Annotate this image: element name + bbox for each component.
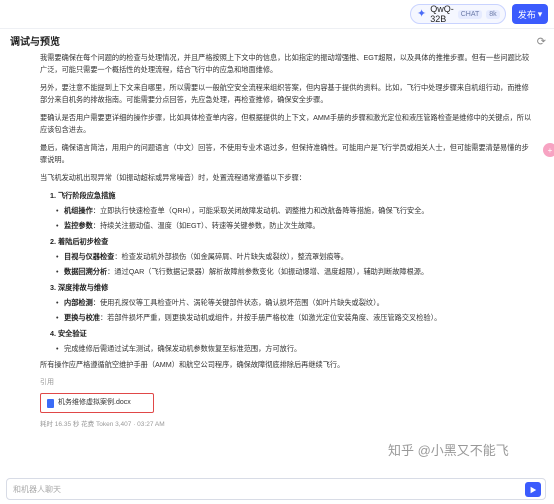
reference-file-chip[interactable]: 机务维修虚拟案例.docx — [40, 393, 154, 413]
list-item: 监控参数：持续关注振动值、温度（如EGT）、转速等关键参数，防止次生故障。 — [56, 220, 532, 232]
model-context-tag: 8k — [486, 9, 500, 19]
step-3-title: 3. 深度排故与维修 — [50, 283, 109, 292]
step-1-list: 机组操作：立即执行快速检查单（QRH），可能采取关闭故障发动机、调整推力和改航备… — [56, 205, 532, 232]
chat-response: 我需要确保在每个问题的的检查与处理情况，并且严格按照上下文中的信息，比如指定的振… — [40, 52, 532, 472]
refresh-icon[interactable]: ⟳ — [537, 35, 546, 48]
step-4-title: 4. 安全验证 — [50, 329, 87, 338]
top-bar: ✦ QwQ-32B CHAT 8k 发布 ▾ — [0, 0, 554, 28]
step-2-title: 2. 着陆后初步检查 — [50, 237, 109, 246]
document-icon — [47, 398, 54, 408]
panel-title: 调试与预览 — [10, 37, 60, 48]
answer-closing: 所有操作应严格遵循航空维护手册（AMM）和航空公司程序，确保故障彻底排除后再继续… — [40, 360, 345, 369]
send-button[interactable] — [525, 482, 541, 497]
response-meta: 耗时 16.35 秒 花费 Token 3,407 · 03:27 AM — [40, 421, 165, 428]
reasoning-para-1: 我需要确保在每个问题的的检查与处理情况，并且严格按照上下文中的信息，比如指定的振… — [40, 53, 530, 74]
watermark: 知乎 @小黑又不能飞 — [388, 443, 509, 458]
list-item: 更换与校准：若部件损坏严重，则更换发动机或组件，并按手册严格校准（如激光定位安装… — [56, 312, 532, 324]
sparkle-icon: ✦ — [417, 7, 427, 20]
reasoning-para-3: 要确认是否用户需要更详细的操作步骤，比如具体检查单内容，但根据提供的上下文，AM… — [40, 113, 532, 134]
model-tag: CHAT — [457, 9, 483, 19]
debug-preview-header: 调试与预览 ⟳ — [0, 28, 554, 52]
step-1-title: 1. 飞行阶段应急措施 — [50, 191, 116, 200]
reference-label: 引用 — [40, 379, 54, 386]
list-item: 内部检测：使用孔探仪等工具检查叶片、涡轮等关键部件状态，确认损坏范围（如叶片缺失… — [56, 297, 532, 309]
publish-button[interactable]: 发布 ▾ — [512, 4, 548, 24]
answer-intro: 当飞机发动机出现异常（如振动超标或异常噪音）时，处置流程通常遵循以下步骤： — [40, 173, 306, 182]
chevron-down-icon: ▾ — [537, 8, 543, 19]
step-4-list: 完成维修后需通过试车测试，确保发动机参数恢复至标准范围，方可放行。 — [56, 343, 532, 355]
list-item: 完成维修后需通过试车测试，确保发动机参数恢复至标准范围，方可放行。 — [56, 343, 532, 355]
step-2-list: 目视与仪器检查：检查发动机外部损伤（如金属碎屑、叶片缺失或裂纹），整流罩划痕等。… — [56, 251, 532, 278]
reference-file-name: 机务维修虚拟案例.docx — [58, 399, 131, 406]
chat-input[interactable] — [13, 482, 503, 496]
step-3-list: 内部检测：使用孔探仪等工具检查叶片、涡轮等关键部件状态，确认损坏范围（如叶片缺失… — [56, 297, 532, 324]
list-item: 目视与仪器检查：检查发动机外部损伤（如金属碎屑、叶片缺失或裂纹），整流罩划痕等。 — [56, 251, 532, 263]
list-item: 机组操作：立即执行快速检查单（QRH），可能采取关闭故障发动机、调整推力和改航备… — [56, 205, 532, 217]
chat-input-bar — [6, 478, 546, 500]
model-selector[interactable]: ✦ QwQ-32B CHAT 8k — [410, 4, 506, 24]
reasoning-para-4: 最后，确保语言简洁，用用户的问题语言（中文）回答，不使用专业术语过多，但保持准确… — [40, 143, 529, 164]
send-icon — [530, 486, 537, 493]
reasoning-para-2: 另外，要注意不能提到上下文来自哪里，所以需要以一般航空安全流程来组织答案，但内容… — [40, 83, 529, 104]
side-float-button[interactable]: + — [543, 143, 554, 157]
model-name: QwQ-32B — [430, 4, 454, 24]
list-item: 数据回溯分析：通过QAR（飞行数据记录器）解析故障前参数变化（如振动爆增、温度超… — [56, 266, 532, 278]
publish-label: 发布 — [517, 9, 536, 20]
